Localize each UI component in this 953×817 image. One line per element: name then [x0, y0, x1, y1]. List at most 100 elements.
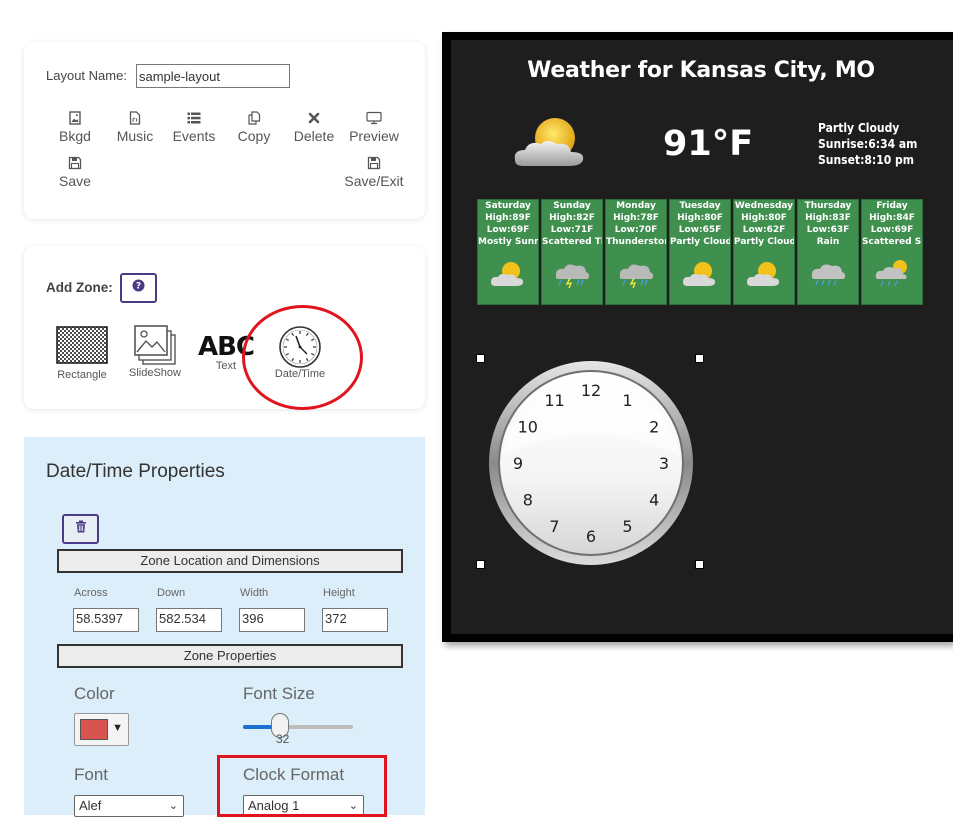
save-icon — [342, 153, 406, 171]
clock-numeral: 9 — [513, 454, 523, 473]
font-label: Font — [74, 765, 109, 784]
slideshow-label: SlideShow — [129, 367, 181, 379]
forecast-day-saturday: Saturday High:89F Low:69F Mostly Sunny — [477, 199, 539, 305]
save-button[interactable]: Save — [43, 153, 107, 189]
add-slideshow-zone[interactable]: SlideShow — [124, 324, 186, 379]
storm-icon — [552, 258, 592, 292]
forecast-low: Low:65F — [678, 225, 722, 235]
add-datetime-zone[interactable]: Date/Time — [268, 325, 332, 380]
resize-handle-bl[interactable] — [476, 560, 485, 569]
down-label: Down — [157, 587, 186, 599]
forecast-cond: Thunderstorms — [606, 237, 666, 247]
clock-numeral: 12 — [581, 381, 601, 400]
clock-format-label: Clock Format — [243, 765, 345, 784]
forecast-day: Saturday — [485, 201, 531, 211]
forecast-low: Low:62F — [742, 225, 786, 235]
forecast-day-wednesday: Wednesday High:80F Low:62F Partly Cloudy — [733, 199, 795, 305]
resize-handle-tl[interactable] — [476, 354, 485, 363]
clock-numeral: 11 — [544, 391, 564, 410]
current-temperature: 91°F — [663, 124, 754, 164]
condition-text: Partly Cloudy — [818, 121, 900, 135]
image-icon — [43, 108, 107, 126]
forecast-high: High:83F — [805, 213, 851, 223]
clock-numeral: 7 — [549, 517, 559, 536]
font-size-label: Font Size — [243, 684, 315, 703]
font-select-value: Alef — [79, 798, 102, 813]
events-button[interactable]: Events — [162, 108, 226, 144]
forecast-low: Low:69F — [486, 225, 530, 235]
delete-zone-button[interactable] — [62, 514, 99, 544]
chevron-down-icon: ⌄ — [168, 800, 178, 812]
clock-numeral: 3 — [659, 454, 669, 473]
forecast-high: High:80F — [741, 213, 787, 223]
music-file-icon — [103, 108, 167, 126]
color-swatch — [80, 719, 108, 740]
clock-numeral: 10 — [518, 418, 538, 437]
across-label: Across — [74, 587, 108, 599]
datetime-properties-panel: Date/Time Properties Zone Location and D… — [24, 437, 425, 817]
forecast-low: Low:63F — [806, 225, 850, 235]
sun-cloud-icon — [488, 258, 528, 292]
delete-button[interactable]: Delete — [282, 108, 346, 144]
save-exit-button[interactable]: Save/Exit — [342, 153, 406, 189]
height-input[interactable]: 372 — [322, 608, 388, 632]
monitor-icon — [342, 108, 406, 126]
resize-handle-br[interactable] — [695, 560, 704, 569]
font-size-slider[interactable] — [243, 725, 353, 729]
clock-numeral: 4 — [649, 491, 659, 510]
text-abc-icon: ABC — [197, 332, 255, 362]
font-size-value: 32 — [276, 732, 290, 746]
sun-cloud-icon — [509, 114, 589, 175]
forecast-day: Monday — [616, 201, 656, 211]
add-text-zone[interactable]: ABC Text — [196, 332, 256, 372]
forecast-high: High:82F — [549, 213, 595, 223]
across-input[interactable]: 58.5397 — [73, 608, 139, 632]
copy-icon — [222, 108, 286, 126]
bkgd-label: Bkgd — [59, 128, 91, 144]
clock-format-value: Analog 1 — [248, 798, 300, 813]
forecast-day-sunday: Sunday High:82F Low:71F Scattered Thu — [541, 199, 603, 305]
rain-icon — [808, 258, 848, 292]
canvas-area[interactable]: Weather for Kansas City, MO 91°F Partly … — [451, 40, 953, 634]
width-label: Width — [240, 587, 269, 599]
bkgd-button[interactable]: Bkgd — [43, 108, 107, 144]
forecast-day-thursday: Thursday High:83F Low:63F Rain — [797, 199, 859, 305]
clock-numeral: 8 — [523, 491, 533, 510]
preview-label: Preview — [349, 128, 399, 144]
resize-handle-tr[interactable] — [695, 354, 704, 363]
save-label: Save — [59, 173, 91, 189]
svg-text:?: ? — [136, 282, 141, 292]
copy-button[interactable]: Copy — [222, 108, 286, 144]
save-icon — [43, 153, 107, 171]
forecast-cond: Scattered Sho — [862, 237, 922, 247]
forecast-high: High:89F — [485, 213, 531, 223]
add-rectangle-zone[interactable]: Rectangle — [52, 326, 112, 381]
forecast-low: Low:69F — [870, 225, 914, 235]
layout-name-label: Layout Name: — [46, 68, 127, 83]
analog-clock: 12 1 2 3 4 5 6 7 8 9 10 11 — [488, 360, 694, 571]
sunrise-text: Sunrise:6:34 am — [818, 137, 918, 151]
forecast-low: Low:70F — [614, 225, 658, 235]
clock-format-select[interactable]: Analog 1 ⌄ — [243, 795, 364, 817]
music-button[interactable]: Music — [103, 108, 167, 144]
color-picker-button[interactable]: ▼ — [74, 713, 129, 746]
datetime-label: Date/Time — [274, 368, 326, 380]
forecast-cond: Partly Cloudy — [734, 237, 794, 247]
forecast-day-tuesday: Tuesday High:80F Low:65F Partly Cloudy — [669, 199, 731, 305]
width-input[interactable]: 396 — [239, 608, 305, 632]
rectangle-label: Rectangle — [57, 369, 107, 381]
forecast-day: Sunday — [553, 201, 591, 211]
forecast-cond: Rain — [816, 237, 840, 247]
help-button[interactable]: ? — [120, 273, 157, 303]
down-input[interactable]: 582.534 — [156, 608, 222, 632]
add-zone-card: Add Zone: ? Rectangle SlideShow ABC Text… — [24, 246, 425, 409]
events-label: Events — [172, 128, 216, 144]
preview-button[interactable]: Preview — [342, 108, 406, 144]
sun-cloud-icon — [680, 258, 720, 292]
forecast-day: Thursday — [804, 201, 852, 211]
current-conditions: Partly Cloudy Sunrise:6:34 am Sunset:8:1… — [818, 120, 917, 168]
layout-name-input[interactable] — [136, 64, 290, 88]
forecast-day: Tuesday — [679, 201, 721, 211]
font-select[interactable]: Alef ⌄ — [74, 795, 184, 817]
question-circle-icon: ? — [132, 279, 145, 297]
